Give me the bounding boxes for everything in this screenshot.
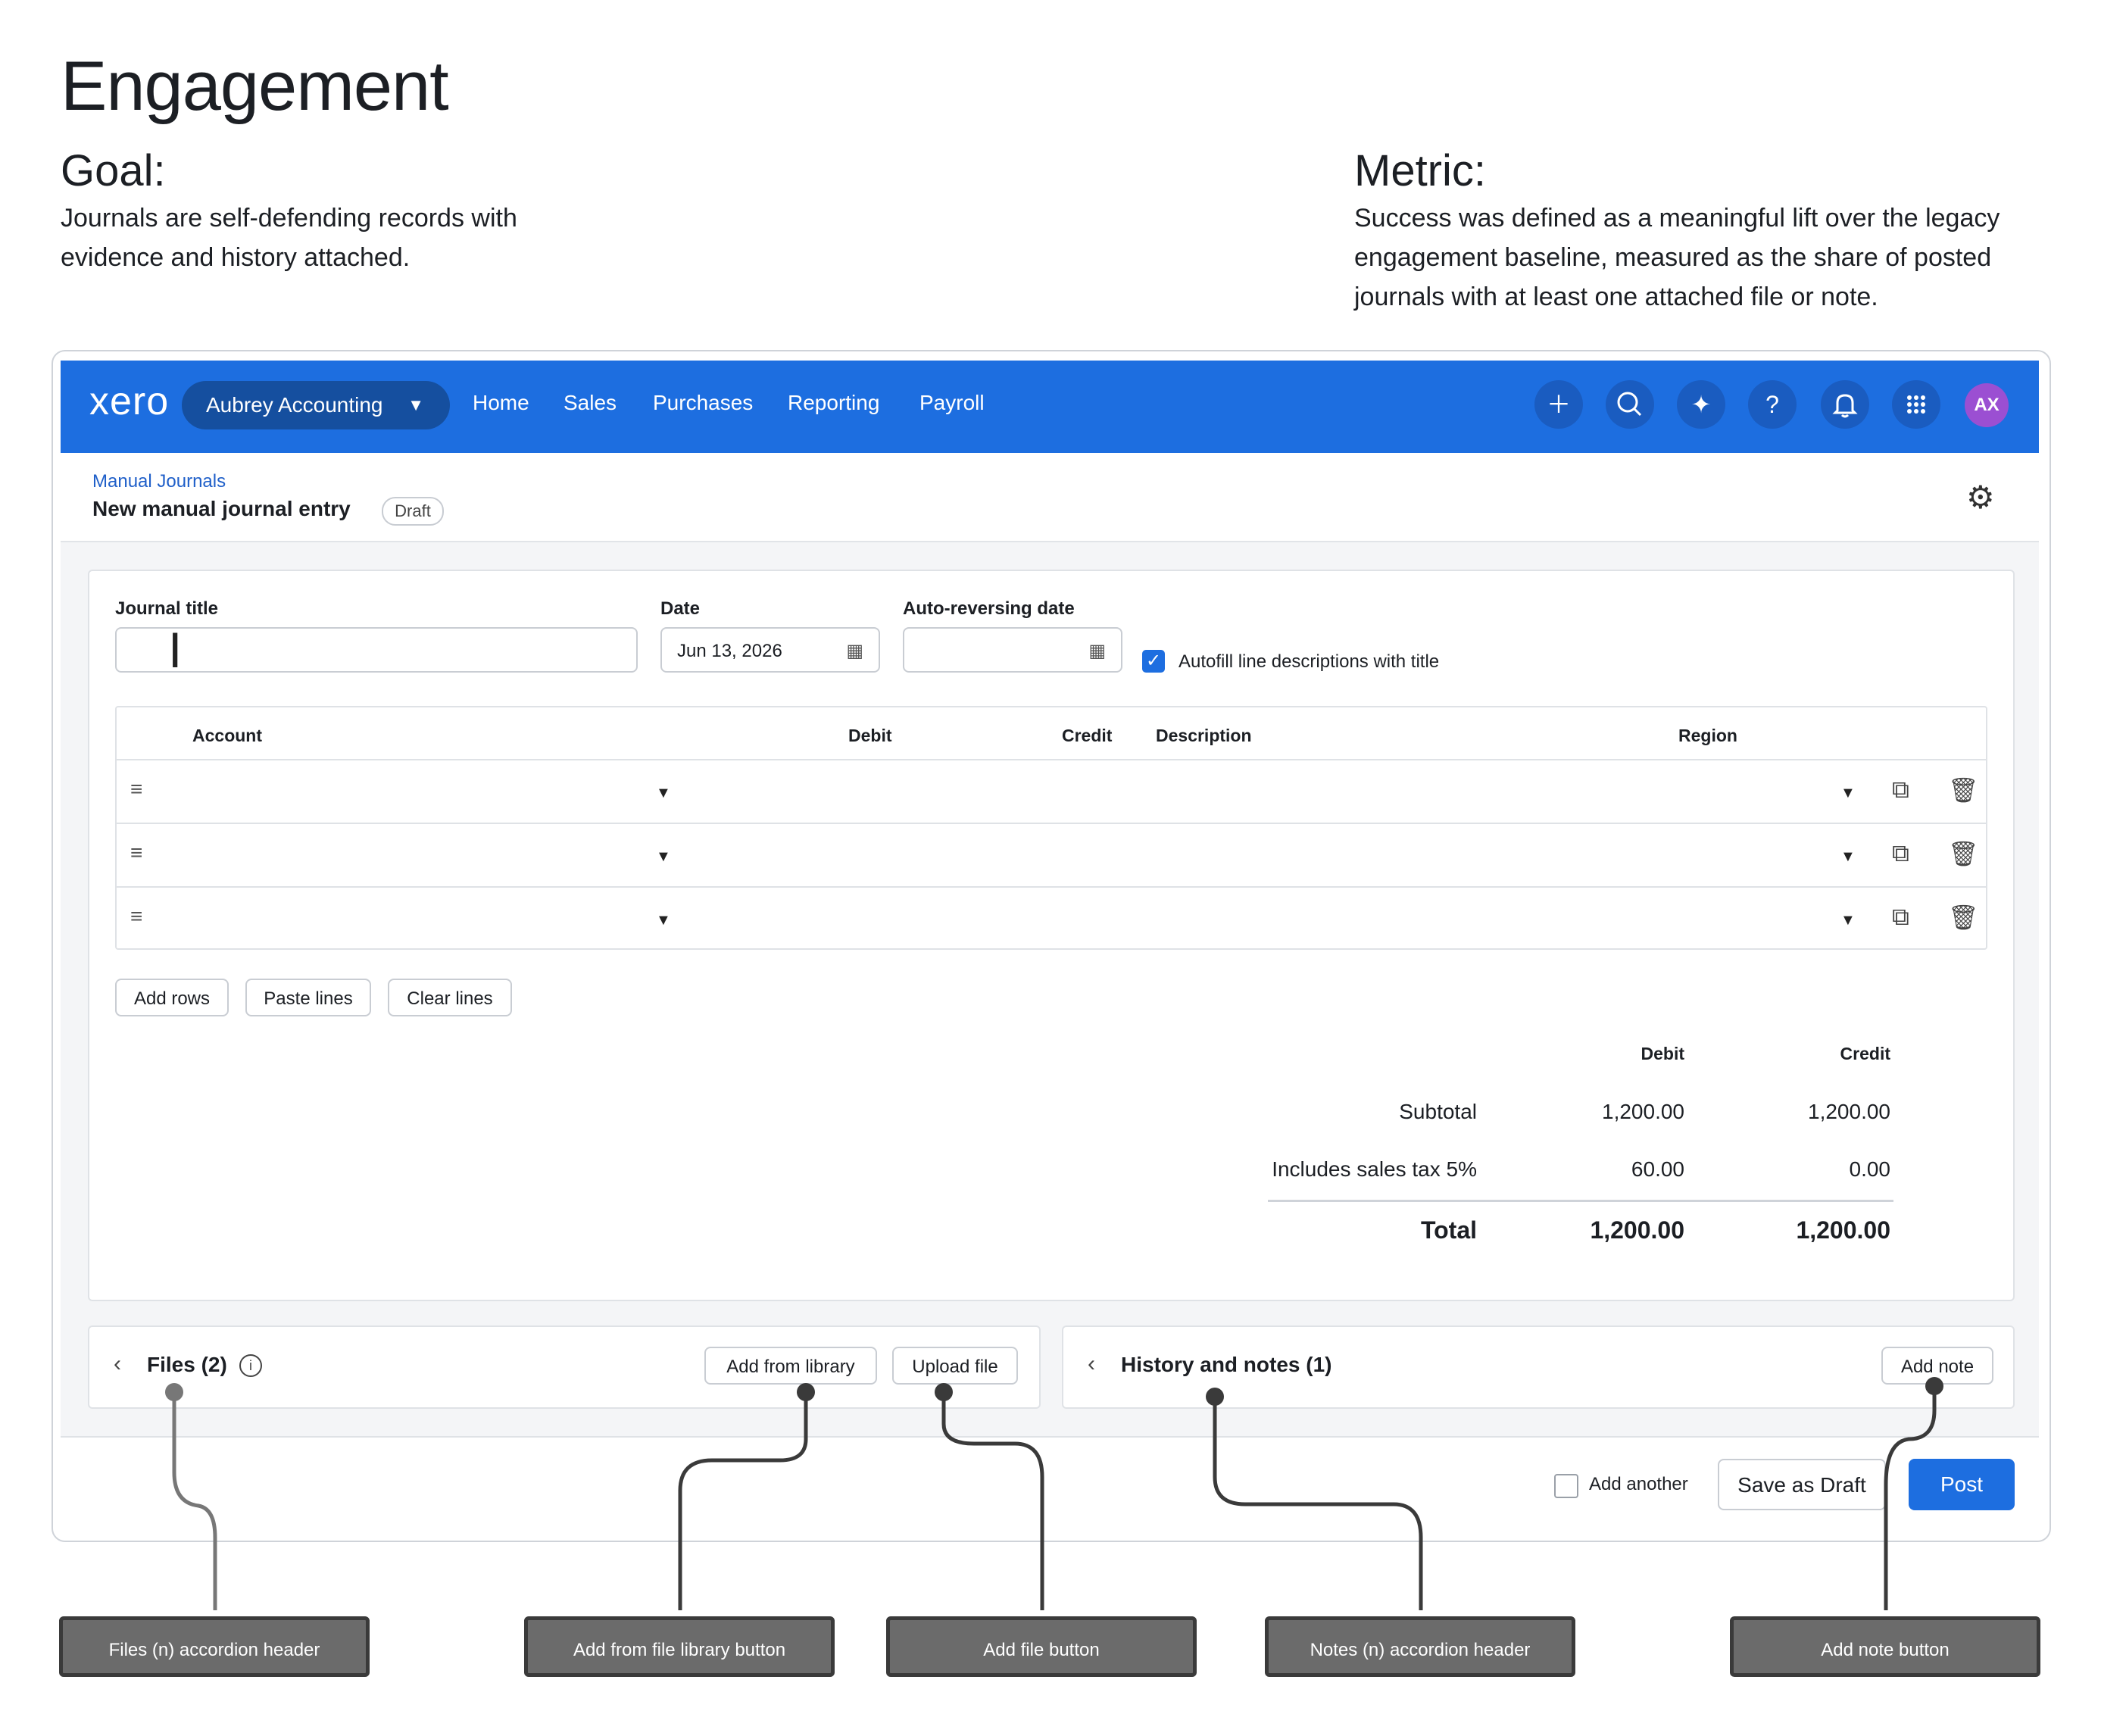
annotation-add-note: Add note button <box>1730 1616 2040 1677</box>
callout-connectors <box>165 1377 1943 1610</box>
annotation-add-file: Add file button <box>886 1616 1197 1677</box>
annotation-add-from-library: Add from file library button <box>524 1616 835 1677</box>
annotation-notes-header: Notes (n) accordion header <box>1265 1616 1575 1677</box>
annotation-files-header: Files (n) accordion header <box>59 1616 370 1677</box>
